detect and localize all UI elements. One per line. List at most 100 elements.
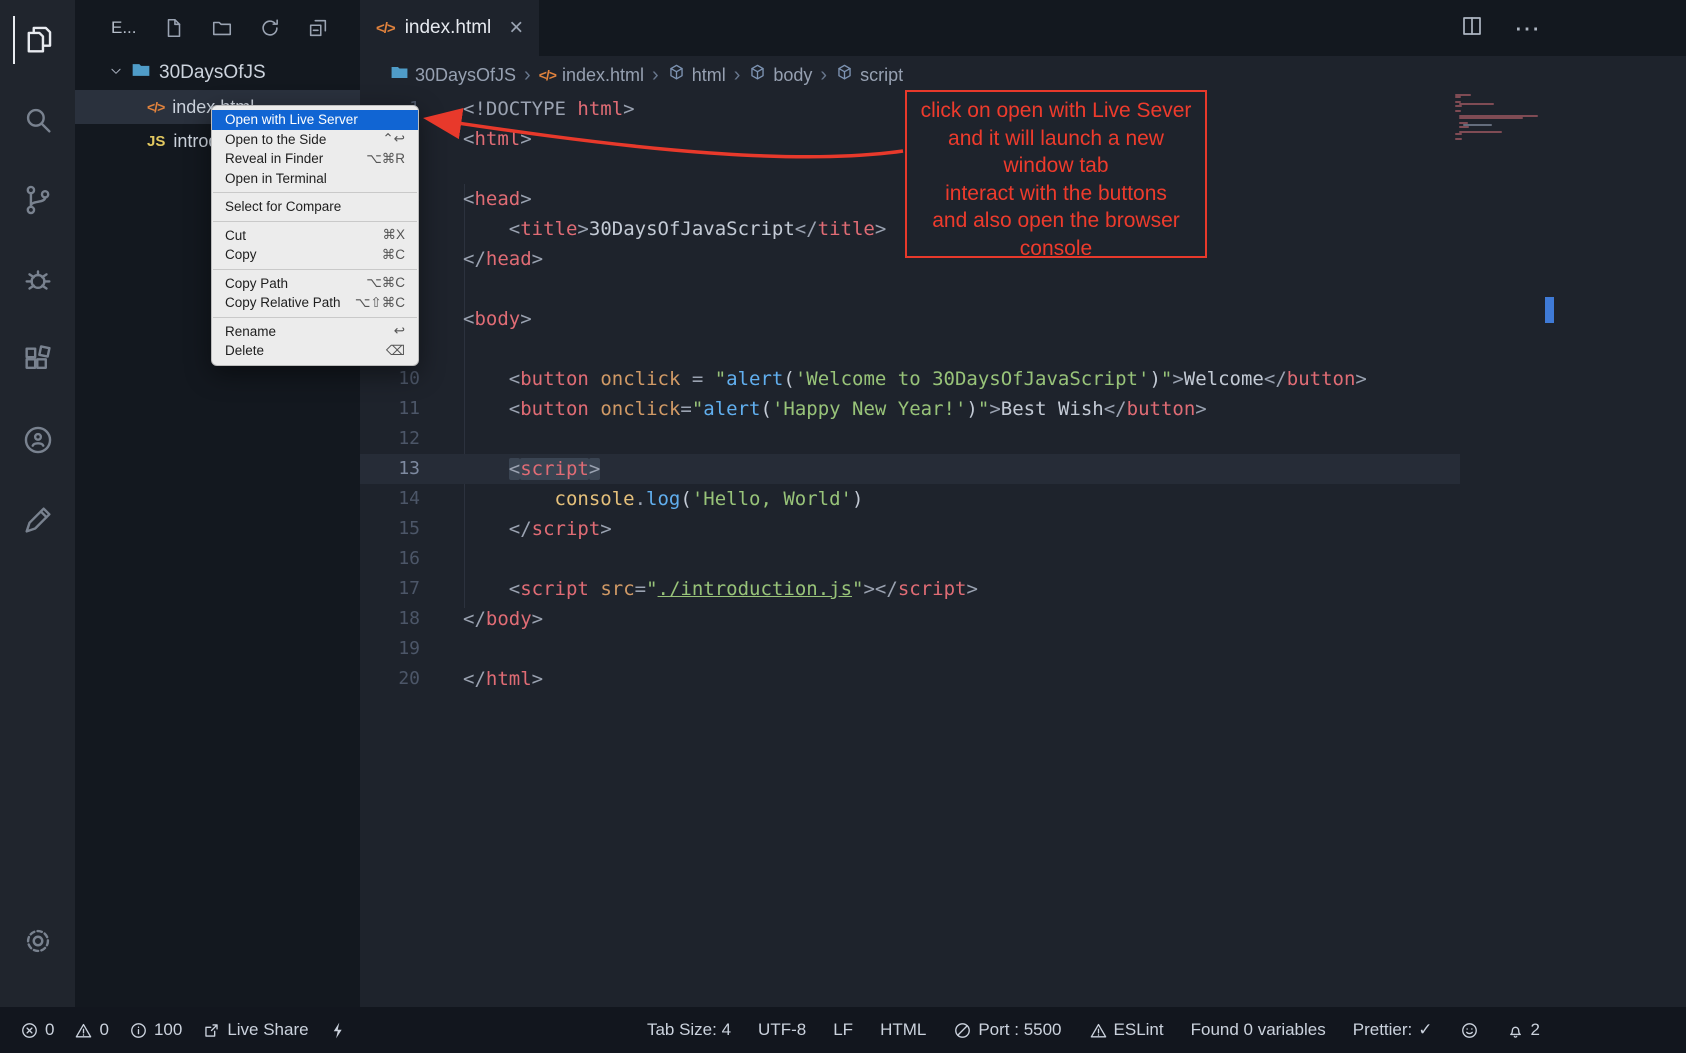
vscode-window: E...: [0, 0, 1686, 1053]
close-icon[interactable]: ×: [509, 16, 523, 40]
settings-gear-icon[interactable]: [14, 917, 62, 965]
code-line[interactable]: 10 <button onclick = "alert('Welcome to …: [360, 364, 1460, 394]
tab-size-status[interactable]: Tab Size: 4: [647, 1020, 731, 1040]
annotation-line: interact with the buttons: [907, 180, 1205, 208]
feedback-smiley[interactable]: [1460, 1021, 1479, 1040]
annotation-line: window tab: [907, 152, 1205, 180]
menu-item-label: Open to the Side: [225, 132, 326, 147]
annotation-line: and it will launch a new: [907, 125, 1205, 153]
port-status[interactable]: Port : 5500: [953, 1020, 1061, 1040]
circle-slash-icon: [953, 1021, 972, 1040]
context-menu-item[interactable]: Rename↩: [212, 322, 418, 342]
search-icon[interactable]: [14, 96, 62, 144]
tab-bar: </> index.html × ⋯: [360, 0, 1686, 56]
variables-status[interactable]: Found 0 variables: [1191, 1020, 1326, 1040]
eslint-status[interactable]: ESLint: [1089, 1020, 1164, 1040]
code-line[interactable]: 11 <button onclick="alert('Happy New Yea…: [360, 394, 1460, 424]
menu-item-label: Select for Compare: [225, 199, 341, 214]
breadcrumb-separator: ›: [652, 64, 659, 87]
info-icon: [129, 1021, 148, 1040]
tab-index-html[interactable]: </> index.html ×: [360, 0, 539, 56]
code-line[interactable]: 17 <script src="./introduction.js"></scr…: [360, 574, 1460, 604]
warnings-status[interactable]: 0: [74, 1020, 108, 1040]
explorer-icon[interactable]: [13, 16, 61, 64]
context-menu-item[interactable]: Open with Live Server: [212, 110, 418, 130]
minimap[interactable]: [1455, 94, 1547, 140]
refresh-icon[interactable]: [259, 17, 281, 39]
live-share-status[interactable]: Live Share: [202, 1020, 308, 1040]
collapse-all-icon[interactable]: [307, 17, 329, 39]
feedback-icon[interactable]: [14, 496, 62, 544]
code-line[interactable]: 7: [360, 274, 1460, 304]
context-menu-item[interactable]: Delete⌫: [212, 341, 418, 361]
menu-item-shortcut: ⌥⌘C: [366, 275, 405, 291]
annotation-line: and also open the browser: [907, 207, 1205, 235]
line-number: 19: [360, 634, 420, 664]
line-number: 12: [360, 424, 420, 454]
breadcrumb-script[interactable]: script: [835, 63, 903, 87]
live-share-icon[interactable]: [14, 416, 62, 464]
code-line[interactable]: 20</html>: [360, 664, 1460, 694]
code-line[interactable]: 12: [360, 424, 1460, 454]
breadcrumb-folder[interactable]: 30DaysOfJS: [390, 63, 516, 87]
code-line[interactable]: 9: [360, 334, 1460, 364]
menu-item-shortcut: ⌫: [386, 343, 405, 359]
run-debug-icon[interactable]: [14, 256, 62, 304]
menu-separator: [213, 269, 417, 270]
context-menu-item[interactable]: Open in Terminal: [212, 169, 418, 189]
menu-item-label: Copy Path: [225, 276, 288, 291]
context-menu-item[interactable]: Reveal in Finder⌥⌘R: [212, 149, 418, 169]
breadcrumb-body[interactable]: body: [748, 63, 812, 87]
js-file-icon: JS: [147, 133, 165, 150]
source-control-icon[interactable]: [14, 176, 62, 224]
prettier-status[interactable]: Prettier: ✓: [1353, 1020, 1433, 1040]
breadcrumb-html[interactable]: html: [667, 63, 726, 87]
folder-icon: [390, 63, 409, 87]
code-line[interactable]: 16: [360, 544, 1460, 574]
errors-status[interactable]: 0: [20, 1020, 54, 1040]
code-line[interactable]: 19: [360, 634, 1460, 664]
html-file-icon: </>: [376, 20, 395, 37]
menu-item-shortcut: ⌘X: [382, 227, 405, 243]
code-line[interactable]: 13 <script>: [360, 454, 1460, 484]
line-number: 15: [360, 514, 420, 544]
new-file-icon[interactable]: [163, 17, 185, 39]
context-menu-item[interactable]: Copy Relative Path⌥⇧⌘C: [212, 293, 418, 313]
symbol-cube-icon: [667, 63, 686, 87]
context-menu-item[interactable]: Open to the Side⌃↩: [212, 130, 418, 150]
context-menu-item[interactable]: Cut ⌘X: [212, 226, 418, 246]
line-number: 14: [360, 484, 420, 514]
split-editor-icon[interactable]: [1460, 14, 1484, 43]
lightning-status[interactable]: [329, 1021, 348, 1040]
eol-status[interactable]: LF: [833, 1020, 853, 1040]
menu-item-label: Open in Terminal: [225, 171, 327, 186]
symbol-cube-icon: [748, 63, 767, 87]
language-status[interactable]: HTML: [880, 1020, 926, 1040]
line-number: 17: [360, 574, 420, 604]
new-folder-icon[interactable]: [211, 17, 233, 39]
code-line[interactable]: 8<body>: [360, 304, 1460, 334]
line-number: 13: [360, 454, 420, 484]
encoding-status[interactable]: UTF-8: [758, 1020, 806, 1040]
overview-ruler-mark: [1545, 297, 1554, 323]
folder-name: 30DaysOfJS: [159, 62, 266, 84]
folder-row-30daysofjs[interactable]: 30DaysOfJS: [75, 56, 360, 90]
menu-item-shortcut: ⌘C: [382, 247, 405, 263]
more-actions-icon[interactable]: ⋯: [1514, 13, 1542, 44]
context-menu-item[interactable]: Copy⌘C: [212, 245, 418, 265]
code-line[interactable]: 18</body>: [360, 604, 1460, 634]
extensions-icon[interactable]: [14, 336, 62, 384]
editor-actions: ⋯: [1460, 0, 1542, 56]
notifications-status[interactable]: 2: [1506, 1020, 1540, 1040]
code-line[interactable]: 15 </script>: [360, 514, 1460, 544]
annotation-box: click on open with Live Sever and it wil…: [905, 90, 1207, 258]
info-status[interactable]: 100: [129, 1020, 182, 1040]
breadcrumb-file[interactable]: </> index.html: [539, 65, 644, 86]
context-menu: Open with Live ServerOpen to the Side⌃↩R…: [211, 105, 419, 366]
menu-item-label: Rename: [225, 324, 276, 339]
context-menu-item[interactable]: Select for Compare: [212, 197, 418, 217]
menu-item-label: Cut: [225, 228, 246, 243]
context-menu-item[interactable]: Copy Path ⌥⌘C: [212, 274, 418, 294]
breadcrumb-separator: ›: [524, 64, 531, 87]
code-line[interactable]: 14 console.log('Hello, World'): [360, 484, 1460, 514]
